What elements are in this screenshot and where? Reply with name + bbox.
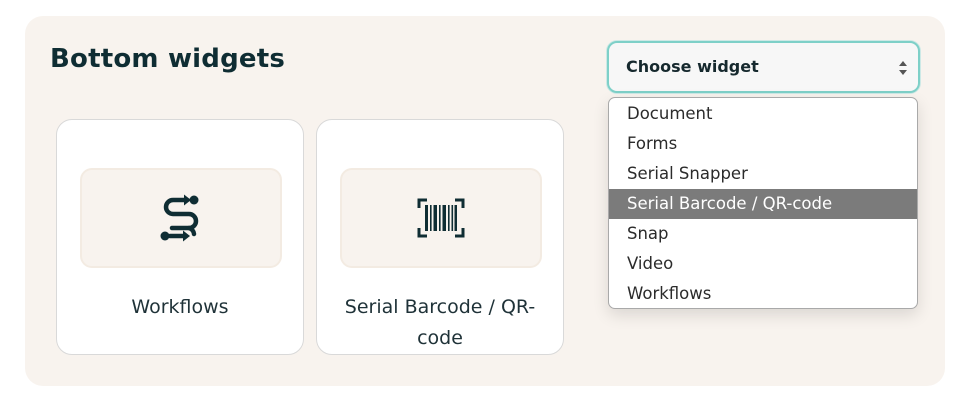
up-down-arrows-icon bbox=[899, 61, 907, 75]
option-serial-barcode-qr-code[interactable]: Serial Barcode / QR-code bbox=[609, 189, 917, 219]
option-workflows[interactable]: Workflows bbox=[609, 279, 917, 308]
choose-widget-select[interactable]: Choose widget bbox=[607, 41, 920, 93]
section-title: Bottom widgets bbox=[50, 44, 286, 74]
select-value: Choose widget bbox=[626, 57, 759, 76]
widget-card-serial-barcode[interactable]: Serial Barcode / QR-code bbox=[316, 119, 564, 355]
workflow-icon bbox=[160, 194, 199, 242]
widget-icon-box bbox=[340, 168, 542, 268]
widget-icon-box bbox=[80, 168, 282, 268]
option-serial-snapper[interactable]: Serial Snapper bbox=[609, 159, 917, 189]
widget-card-workflows[interactable]: Workflows bbox=[56, 119, 304, 355]
barcode-icon bbox=[417, 198, 465, 238]
option-document[interactable]: Document bbox=[609, 99, 917, 129]
option-forms[interactable]: Forms bbox=[609, 129, 917, 159]
widget-dropdown-list: Document Forms Serial Snapper Serial Bar… bbox=[608, 97, 918, 309]
widget-card-label: Serial Barcode / QR-code bbox=[344, 296, 536, 349]
option-video[interactable]: Video bbox=[609, 249, 917, 279]
option-snap[interactable]: Snap bbox=[609, 219, 917, 249]
widget-card-label: Workflows bbox=[131, 296, 229, 318]
